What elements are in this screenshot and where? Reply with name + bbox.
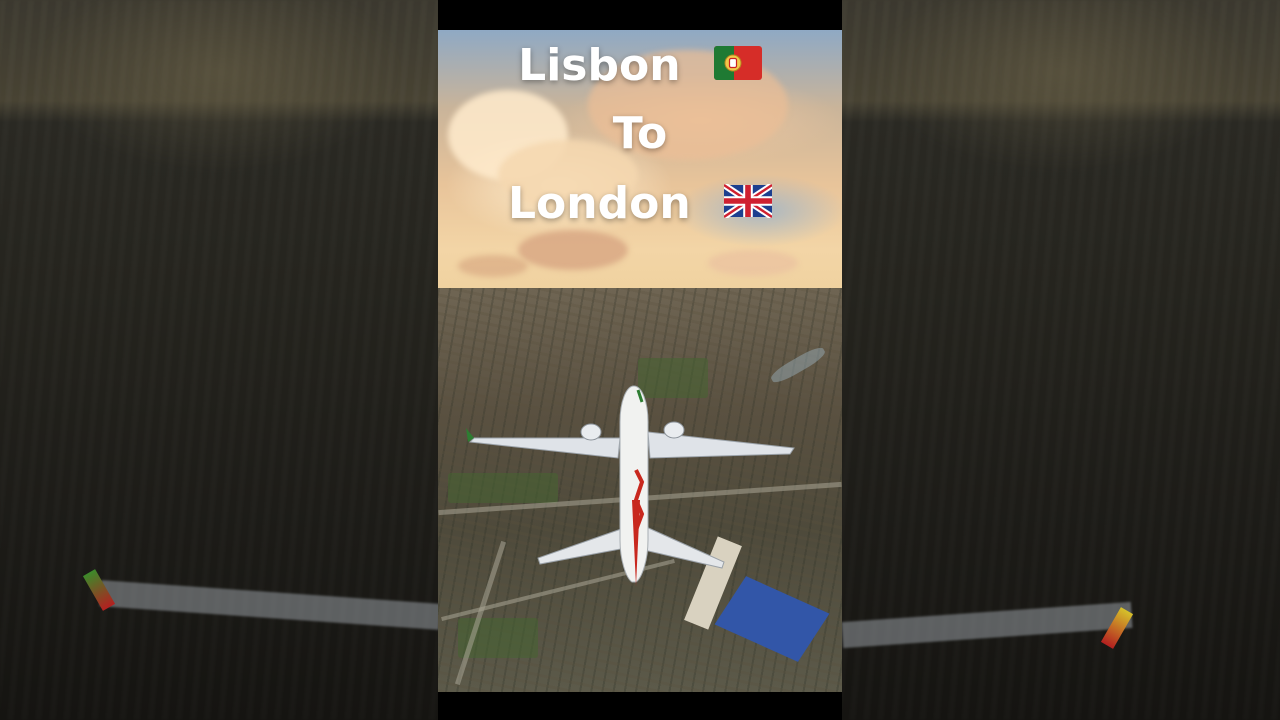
connector-word: To <box>612 108 668 159</box>
destination-city: London <box>508 178 691 229</box>
blurred-background-right <box>842 0 1280 720</box>
right-engine <box>663 421 685 439</box>
left-engine <box>580 423 602 441</box>
portugal-flag-icon <box>713 40 762 92</box>
title-line-connector: To <box>438 106 842 160</box>
united-kingdom-flag-icon <box>722 178 774 230</box>
right-winglet <box>792 436 798 454</box>
left-wing <box>468 437 621 459</box>
fuselage <box>619 385 649 583</box>
blurred-background-left <box>0 0 438 720</box>
origin-city: Lisbon <box>518 40 681 91</box>
title-line-destination: London <box>438 176 842 230</box>
video-frame[interactable]: Lisbon To London <box>438 0 842 720</box>
left-stabilizer <box>537 527 627 565</box>
right-stabilizer <box>643 525 725 569</box>
title-line-origin: Lisbon <box>438 38 842 92</box>
